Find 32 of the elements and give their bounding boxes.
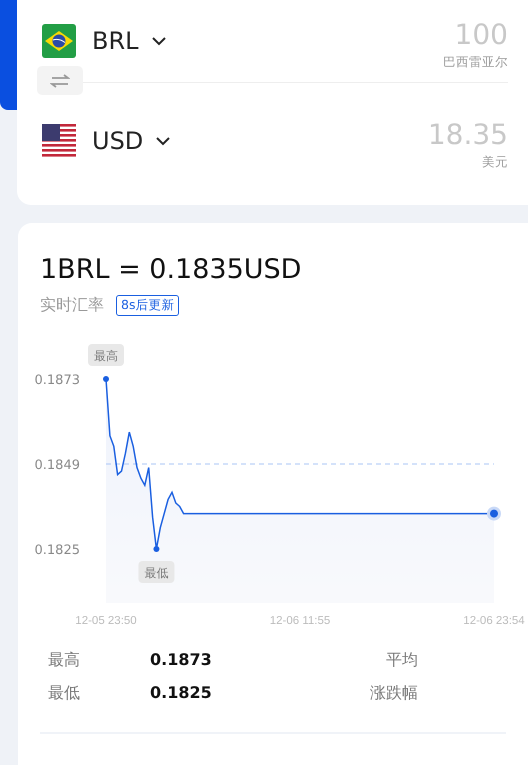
annotation: 最低 [144,566,168,580]
low-tag: 最低 [138,561,174,583]
stat-label: 涨跌幅 [370,683,418,704]
exchange-rate: 1BRL = 0.1835USD [39,253,302,287]
stat-label: 平均 [386,650,418,671]
swap-button[interactable] [37,66,83,95]
swap-icon [50,74,70,88]
annotation: 最高 [94,349,118,363]
rate-label: 实时汇率 [40,295,104,316]
stat-value: 0.1825 [150,683,212,704]
y-tick-label: 0.1873 [34,373,80,388]
stat-value: 0.1873 [150,650,212,671]
high-marker [103,376,109,382]
x-tick-label: 12-06 11:55 [270,615,330,627]
y-tick-label: 0.1825 [34,543,80,558]
currency-name: 巴西雷亚尔 [443,54,508,71]
low-marker [153,546,160,552]
currency-selector[interactable]: USD [42,118,172,158]
y-tick-label: 0.1849 [34,458,80,473]
x-tick-label: 12-06 23:54 [463,615,525,627]
flag-icon [42,24,76,58]
chevron-down-icon [150,36,167,46]
x-tick-label: 12-05 23:50 [75,615,137,627]
stat-label: 最高 [48,650,81,671]
currency-selector[interactable]: BRL [42,18,167,58]
current-point [487,506,501,521]
stat-label: 最低 [48,683,81,704]
flag-icon [42,124,76,158]
chevron-down-icon [155,136,172,146]
currency-name: 美元 [482,154,508,171]
high-tag: 最高 [88,344,124,366]
update-badge: 8s后更新 [116,295,180,316]
